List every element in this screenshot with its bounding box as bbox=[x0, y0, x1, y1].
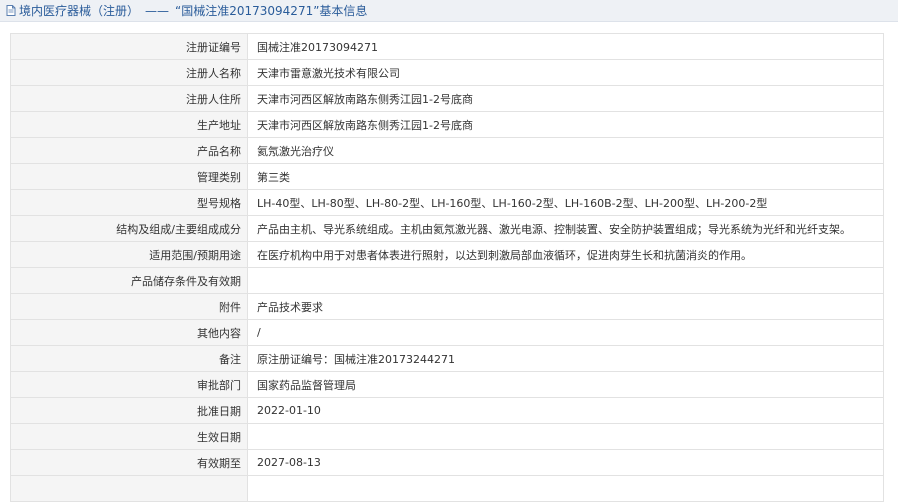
field-value: 国械注准20173094271 bbox=[247, 33, 884, 60]
field-label: 生产地址 bbox=[10, 111, 248, 138]
field-value: 第三类 bbox=[247, 163, 884, 190]
page-subtitle: “国械注准20173094271”基本信息 bbox=[175, 4, 368, 18]
field-label: 有效期至 bbox=[10, 449, 248, 476]
field-label: 适用范围/预期用途 bbox=[10, 241, 248, 268]
field-label: 生效日期 bbox=[10, 423, 248, 450]
table-row bbox=[10, 475, 884, 502]
table-row: 生效日期 bbox=[10, 423, 884, 450]
field-value: 2022-01-10 bbox=[247, 397, 884, 424]
field-value: 天津市河西区解放南路东侧秀江园1-2号底商 bbox=[247, 111, 884, 138]
field-label: 产品储存条件及有效期 bbox=[10, 267, 248, 294]
table-row: 备注 原注册证编号：国械注准20173244271 bbox=[10, 345, 884, 372]
field-label: 备注 bbox=[10, 345, 248, 372]
page-title: 境内医疗器械（注册） bbox=[19, 4, 140, 18]
field-label: 结构及组成/主要组成成分 bbox=[10, 215, 248, 242]
table-row: 其他内容 / bbox=[10, 319, 884, 346]
field-label: 管理类别 bbox=[10, 163, 248, 190]
table-row: 型号规格 LH-40型、LH-80型、LH-80-2型、LH-160型、LH-16… bbox=[10, 189, 884, 216]
field-label bbox=[10, 475, 248, 502]
table-row: 注册人名称 天津市雷意激光技术有限公司 bbox=[10, 59, 884, 86]
table-row: 注册人住所 天津市河西区解放南路东侧秀江园1-2号底商 bbox=[10, 85, 884, 112]
table-row: 管理类别 第三类 bbox=[10, 163, 884, 190]
document-icon bbox=[6, 5, 16, 16]
table-row: 生产地址 天津市河西区解放南路东侧秀江园1-2号底商 bbox=[10, 111, 884, 138]
field-label: 型号规格 bbox=[10, 189, 248, 216]
field-value: 在医疗机构中用于对患者体表进行照射，以达到刺激局部血液循环，促进肉芽生长和抗菌消… bbox=[247, 241, 884, 268]
registration-info-table: 注册证编号 国械注准20173094271 注册人名称 天津市雷意激光技术有限公司 注册… bbox=[10, 33, 884, 502]
field-label: 注册人名称 bbox=[10, 59, 248, 86]
table-row: 批准日期 2022-01-10 bbox=[10, 397, 884, 424]
field-label: 产品名称 bbox=[10, 137, 248, 164]
field-value: / bbox=[247, 319, 884, 346]
field-label: 注册人住所 bbox=[10, 85, 248, 112]
field-value: 氦氖激光治疗仪 bbox=[247, 137, 884, 164]
table-row: 注册证编号 国械注准20173094271 bbox=[10, 33, 884, 60]
field-value: 天津市雷意激光技术有限公司 bbox=[247, 59, 884, 86]
field-value: 天津市河西区解放南路东侧秀江园1-2号底商 bbox=[247, 85, 884, 112]
table-row: 产品储存条件及有效期 bbox=[10, 267, 884, 294]
field-label: 注册证编号 bbox=[10, 33, 248, 60]
field-value: 原注册证编号：国械注准20173244271 bbox=[247, 345, 884, 372]
field-value: 产品技术要求 bbox=[247, 293, 884, 320]
table-row: 结构及组成/主要组成成分 产品由主机、导光系统组成。主机由氦氖激光器、激光电源、控… bbox=[10, 215, 884, 242]
field-label: 其他内容 bbox=[10, 319, 248, 346]
field-label: 审批部门 bbox=[10, 371, 248, 398]
table-row: 适用范围/预期用途 在医疗机构中用于对患者体表进行照射，以达到刺激局部血液循环，促… bbox=[10, 241, 884, 268]
field-value bbox=[247, 267, 884, 294]
table-row: 有效期至 2027-08-13 bbox=[10, 449, 884, 476]
field-value bbox=[247, 475, 884, 502]
table-row: 附件 产品技术要求 bbox=[10, 293, 884, 320]
field-label: 批准日期 bbox=[10, 397, 248, 424]
table-row: 审批部门 国家药品监督管理局 bbox=[10, 371, 884, 398]
field-value: 2027-08-13 bbox=[247, 449, 884, 476]
title-separator: —— bbox=[145, 3, 170, 18]
field-value: 产品由主机、导光系统组成。主机由氦氖激光器、激光电源、控制装置、安全防护装置组成… bbox=[247, 215, 884, 242]
table-row: 产品名称 氦氖激光治疗仪 bbox=[10, 137, 884, 164]
field-value: LH-40型、LH-80型、LH-80-2型、LH-160型、LH-160-2型… bbox=[247, 189, 884, 216]
field-label: 附件 bbox=[10, 293, 248, 320]
field-value bbox=[247, 423, 884, 450]
field-value: 国家药品监督管理局 bbox=[247, 371, 884, 398]
page-header: 境内医疗器械（注册） —— “国械注准20173094271”基本信息 bbox=[0, 0, 898, 22]
